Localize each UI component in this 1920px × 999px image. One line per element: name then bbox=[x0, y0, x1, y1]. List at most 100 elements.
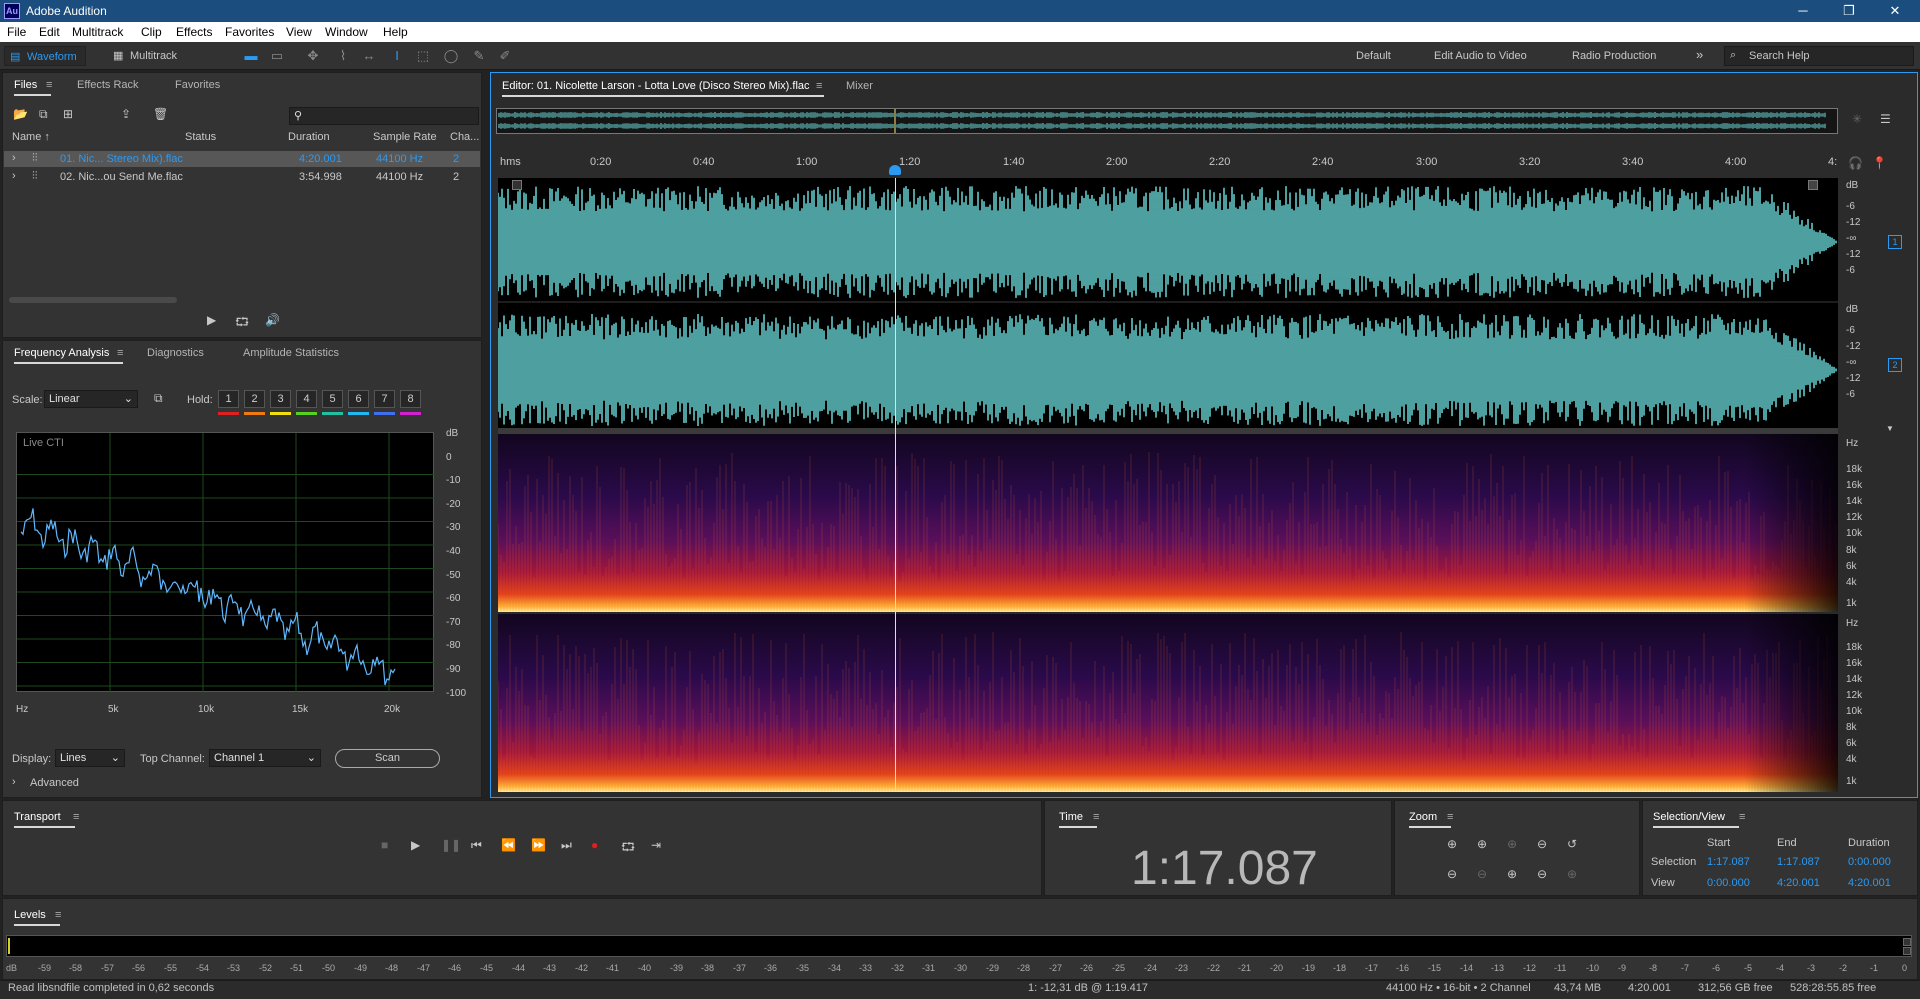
tab-frequency-analysis[interactable]: Frequency Analysis bbox=[14, 347, 124, 364]
menu-help[interactable]: Help bbox=[383, 25, 408, 39]
menu-edit[interactable]: Edit bbox=[39, 25, 60, 39]
waveform-display[interactable] bbox=[497, 178, 1838, 428]
go-to-end-icon[interactable]: ⏭ bbox=[561, 838, 572, 853]
workspace-default[interactable]: Default bbox=[1356, 50, 1391, 62]
spectral-display-icon[interactable]: ▬ bbox=[242, 47, 260, 65]
zoom-in-selection-icon[interactable]: ⊕ bbox=[1507, 867, 1517, 881]
spectral-pitch-icon[interactable]: ▭ bbox=[268, 47, 286, 65]
brush-tool-icon[interactable]: ✎ bbox=[470, 47, 488, 65]
col-channels[interactable]: Cha... bbox=[450, 131, 479, 143]
expand-icon[interactable]: › bbox=[12, 170, 16, 182]
frequency-plot[interactable]: Live CTI bbox=[16, 432, 435, 693]
collapse-icon[interactable] bbox=[512, 180, 522, 190]
selection-end[interactable]: 1:17.087 bbox=[1777, 856, 1820, 868]
tab-effects-rack[interactable]: Effects Rack bbox=[77, 79, 139, 91]
advanced-label[interactable]: Advanced bbox=[30, 777, 79, 789]
open-file-icon[interactable]: 📂 bbox=[13, 107, 28, 121]
transport-menu-icon[interactable]: ≡ bbox=[73, 811, 79, 823]
menu-window[interactable]: Window bbox=[325, 25, 368, 39]
selection-menu-icon[interactable]: ≡ bbox=[1739, 811, 1745, 823]
expand-view-icon[interactable] bbox=[1808, 180, 1818, 190]
tab-amplitude-statistics[interactable]: Amplitude Statistics bbox=[243, 347, 339, 359]
hold-button-8[interactable]: 8 bbox=[400, 390, 421, 408]
fast-forward-icon[interactable]: ⏩ bbox=[531, 838, 546, 852]
stop-icon[interactable]: ■ bbox=[381, 838, 388, 852]
top-channel-select[interactable]: Channel 1 ⌄ bbox=[209, 749, 321, 767]
clip-indicator-left[interactable] bbox=[1903, 938, 1911, 946]
waveform-overview[interactable] bbox=[496, 108, 1838, 134]
more-workspaces-icon[interactable]: » bbox=[1696, 47, 1703, 62]
zoom-in-left-icon[interactable]: ⊕ bbox=[1507, 837, 1517, 851]
tab-mixer[interactable]: Mixer bbox=[846, 80, 873, 92]
selection-duration[interactable]: 0:00.000 bbox=[1848, 856, 1891, 868]
multitrack-mode-button[interactable]: ▦ Multitrack bbox=[108, 46, 185, 66]
col-name[interactable]: Name ↑ bbox=[12, 131, 50, 143]
play-icon[interactable]: ▶ bbox=[411, 838, 420, 852]
zoom-in-time-icon[interactable]: ⊕ bbox=[1477, 837, 1487, 851]
minimize-icon[interactable]: ─ bbox=[1780, 0, 1826, 22]
menu-view[interactable]: View bbox=[286, 25, 312, 39]
record-icon[interactable]: ● bbox=[591, 838, 598, 852]
horizontal-scrollbar[interactable] bbox=[9, 297, 177, 303]
move-tool-icon[interactable]: ✥ bbox=[304, 47, 322, 65]
col-duration[interactable]: Duration bbox=[288, 131, 330, 143]
tab-favorites[interactable]: Favorites bbox=[175, 79, 220, 91]
view-duration[interactable]: 4:20.001 bbox=[1848, 877, 1891, 889]
zoom-out-amplitude-icon[interactable]: ⊖ bbox=[1447, 867, 1457, 881]
copy-icon[interactable]: ⧉ bbox=[154, 391, 163, 406]
levels-menu-icon[interactable]: ≡ bbox=[55, 909, 61, 921]
spectral-display[interactable] bbox=[497, 434, 1838, 792]
clip-indicator-right[interactable] bbox=[1903, 947, 1911, 955]
zoom-full-icon[interactable]: ✳ bbox=[1852, 112, 1862, 126]
panel-options-icon[interactable]: ☰ bbox=[1880, 112, 1891, 126]
chevron-down-icon[interactable]: ▼ bbox=[1886, 424, 1894, 433]
razor-tool-icon[interactable]: ⌇ bbox=[334, 47, 352, 65]
tab-files[interactable]: Files bbox=[14, 79, 52, 96]
view-start[interactable]: 0:00.000 bbox=[1707, 877, 1750, 889]
headphones-icon[interactable]: 🎧 bbox=[1848, 156, 1863, 170]
time-menu-icon[interactable]: ≡ bbox=[1093, 811, 1099, 823]
menu-effects[interactable]: Effects bbox=[176, 25, 212, 39]
expand-icon[interactable]: › bbox=[12, 152, 16, 164]
waveform-mode-button[interactable]: ▤ Waveform bbox=[4, 46, 86, 66]
col-sample-rate[interactable]: Sample Rate bbox=[373, 131, 437, 143]
pause-icon[interactable]: ❚❚ bbox=[441, 838, 461, 852]
zoom-reset-icon[interactable]: ↺ bbox=[1567, 837, 1577, 851]
hold-button-5[interactable]: 5 bbox=[322, 390, 343, 408]
workspace-edit-audio-to-video[interactable]: Edit Audio to Video bbox=[1434, 50, 1527, 62]
tab-diagnostics[interactable]: Diagnostics bbox=[147, 347, 204, 359]
files-menu-icon[interactable]: ≡ bbox=[46, 79, 52, 91]
advanced-expand-icon[interactable]: › bbox=[12, 776, 16, 788]
marquee-tool-icon[interactable]: ⬚ bbox=[414, 47, 432, 65]
hold-button-1[interactable]: 1 bbox=[218, 390, 239, 408]
hold-button-7[interactable]: 7 bbox=[374, 390, 395, 408]
editor-menu-icon[interactable]: ≡ bbox=[816, 80, 822, 92]
insert-icon[interactable]: ⇪ bbox=[121, 107, 131, 121]
scale-select[interactable]: Linear ⌄ bbox=[44, 390, 138, 408]
slip-tool-icon[interactable]: ↔ bbox=[360, 47, 378, 65]
skip-icon[interactable]: ⇥ bbox=[651, 838, 661, 852]
rewind-icon[interactable]: ⏪ bbox=[501, 838, 516, 852]
zoom-out-left-icon[interactable]: ⊖ bbox=[1537, 837, 1547, 851]
channel-2-badge[interactable]: 2 bbox=[1888, 358, 1902, 372]
menu-favorites[interactable]: Favorites bbox=[225, 25, 274, 39]
marker-icon[interactable]: 📍 bbox=[1872, 156, 1887, 170]
close-icon[interactable]: ✕ bbox=[1872, 0, 1918, 22]
scan-button[interactable]: Scan bbox=[335, 749, 440, 768]
play-preview-icon[interactable]: ▶ bbox=[207, 313, 216, 327]
trash-icon[interactable]: 🗑 bbox=[153, 107, 168, 121]
hold-button-2[interactable]: 2 bbox=[244, 390, 265, 408]
view-end[interactable]: 4:20.001 bbox=[1777, 877, 1820, 889]
open-append-icon[interactable]: ⧉ bbox=[39, 107, 48, 122]
menu-clip[interactable]: Clip bbox=[141, 25, 162, 39]
menu-multitrack[interactable]: Multitrack bbox=[72, 25, 123, 39]
analysis-menu-icon[interactable]: ≡ bbox=[117, 347, 123, 359]
display-select[interactable]: Lines ⌄ bbox=[55, 749, 125, 767]
lasso-tool-icon[interactable]: ◯ bbox=[442, 47, 460, 65]
col-status[interactable]: Status bbox=[185, 131, 216, 143]
playhead-line[interactable] bbox=[895, 178, 896, 792]
new-file-icon[interactable]: ⊞ bbox=[63, 107, 73, 121]
zoom-out-time-icon[interactable]: ⊖ bbox=[1477, 867, 1487, 881]
zoom-menu-icon[interactable]: ≡ bbox=[1447, 811, 1453, 823]
loop-preview-icon[interactable]: ⮔ bbox=[235, 313, 249, 334]
